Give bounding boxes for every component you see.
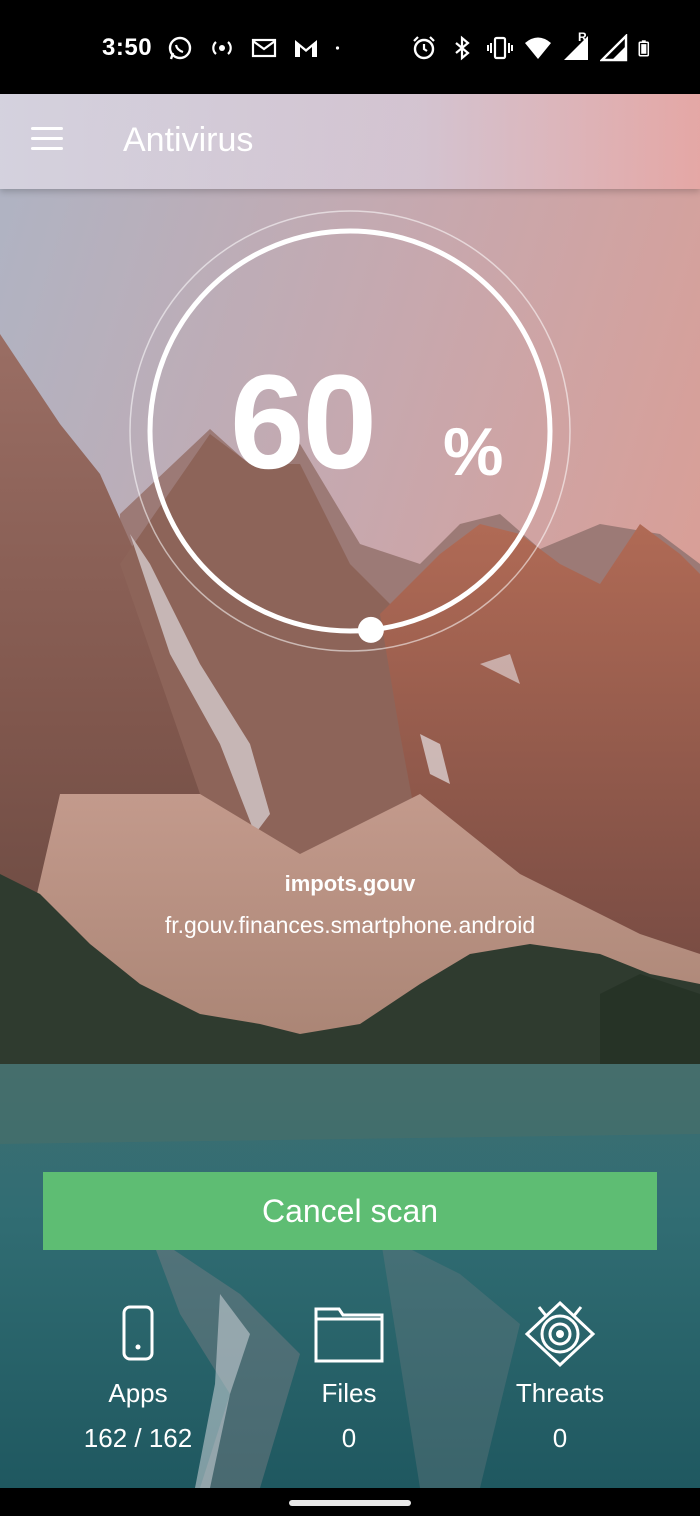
stat-label: Files	[321, 1378, 377, 1408]
status-time: 3:50	[102, 34, 153, 61]
threat-target-icon	[524, 1300, 596, 1368]
vibrate-icon	[487, 36, 513, 60]
stat-value: 0	[552, 1423, 568, 1453]
progress-knob	[357, 616, 384, 643]
scanning-package-name: fr.gouv.finances.smartphone.android	[164, 912, 536, 938]
bluetooth-icon	[455, 35, 470, 61]
gmail-icon	[295, 40, 317, 57]
roaming-mark: R	[578, 30, 587, 44]
wifi-icon	[525, 37, 551, 59]
signal-icon	[600, 34, 628, 62]
progress-value: 60	[230, 348, 377, 497]
home-gesture-handle[interactable]	[289, 1500, 411, 1506]
mail-icon	[251, 38, 277, 58]
stat-files: Files 0	[239, 1292, 459, 1454]
app-title: Antivirus	[123, 121, 254, 159]
cancel-scan-button[interactable]: Cancel scan	[43, 1172, 657, 1250]
whatsapp-icon	[168, 36, 192, 60]
signal-roaming-icon: R	[562, 30, 590, 62]
broadcast-icon	[212, 41, 232, 55]
folder-icon	[314, 1307, 384, 1363]
app-bar: Antivirus	[0, 94, 700, 189]
phone-icon	[122, 1305, 154, 1361]
battery-icon	[638, 40, 650, 57]
alarm-icon	[413, 36, 435, 60]
status-bar: 3:50 R	[0, 0, 700, 94]
navigation-bar	[0, 1488, 700, 1516]
stat-threats: Threats 0	[450, 1292, 670, 1454]
menu-icon[interactable]	[28, 120, 68, 160]
stat-value: 162 / 162	[83, 1423, 193, 1453]
dot-icon	[335, 46, 340, 50]
stat-label: Threats	[515, 1378, 605, 1408]
stat-value: 0	[341, 1423, 357, 1453]
stat-apps: Apps 162 / 162	[28, 1292, 248, 1454]
progress-unit: %	[443, 414, 504, 490]
stat-label: Apps	[108, 1378, 168, 1408]
scanning-app-name: impots.gouv	[284, 871, 416, 896]
